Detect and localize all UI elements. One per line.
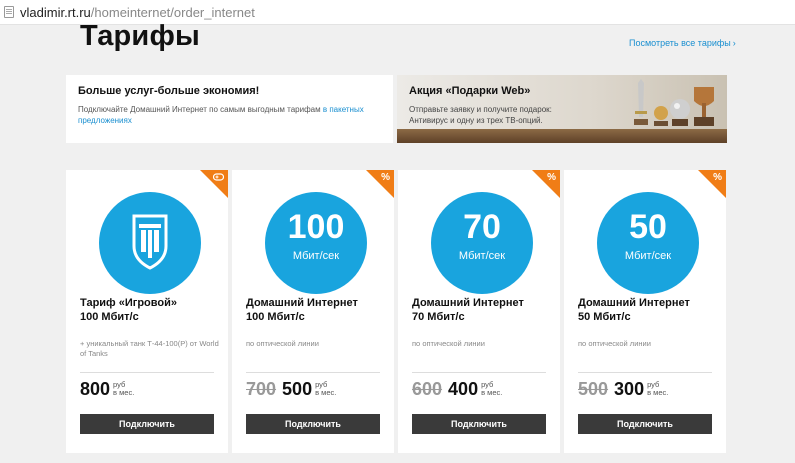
connect-button[interactable]: Подключить <box>80 414 214 434</box>
price-period: в мес. <box>315 388 337 397</box>
tariff-price: 800 руб в мес. <box>80 379 134 405</box>
page-title: Тарифы <box>80 20 201 52</box>
price-old: 700 <box>246 379 277 399</box>
speed-value: 70 <box>463 208 501 246</box>
promo-bundles-text: Подключайте Домашний Интернет по самым в… <box>78 104 381 126</box>
tariff-name-line2: 100 Мбит/с <box>246 311 305 323</box>
gamepad-icon <box>212 173 225 185</box>
page-icon <box>4 6 14 18</box>
tariff-circle: 100 Мбит/сек <box>265 192 367 294</box>
tariff-desc: по оптической линии <box>412 339 485 348</box>
tariff-price: 700 500 руб в мес. <box>246 379 336 405</box>
tariff-name-line1: Домашний Интернет <box>412 297 524 309</box>
promo-web-gifts-text: Отправьте заявку и получите подарок: Ант… <box>409 105 552 125</box>
promo-bundles-body: Подключайте Домашний Интернет по самым в… <box>78 105 323 114</box>
speed-value: 50 <box>629 208 667 246</box>
price-period: в мес. <box>113 388 135 397</box>
promo-web-gifts-title: Акция «Подарки Web» <box>409 85 531 97</box>
tariff-desc: по оптической линии <box>578 339 651 348</box>
price-current: 300 <box>614 379 645 399</box>
price-current: 400 <box>448 379 479 399</box>
divider <box>246 372 380 373</box>
url-path: /homeinternet/order_internet <box>90 5 255 20</box>
url-text[interactable]: vladimir.rt.ru/homeinternet/order_intern… <box>20 5 255 20</box>
tariff-card-50: % 50 Мбит/сек Домашний Интернет 50 Мбит/… <box>564 170 726 453</box>
tariff-name: Домашний Интернет 50 Мбит/с <box>578 296 718 324</box>
tariff-desc: + уникальный танк Т-44-100(Р) от World o… <box>80 339 219 358</box>
percent-icon: % <box>547 172 556 183</box>
price-current: 500 <box>282 379 313 399</box>
tariff-name-line2: 100 Мбит/с <box>80 311 139 323</box>
divider <box>578 372 712 373</box>
tariff-circle: 70 Мбит/сек <box>431 192 533 294</box>
connect-button[interactable]: Подключить <box>578 414 712 434</box>
percent-icon: % <box>713 172 722 183</box>
price-current: 800 <box>80 379 111 399</box>
tariff-desc: по оптической линии <box>246 339 319 348</box>
tariff-name-line2: 70 Мбит/с <box>412 311 465 323</box>
price-period: в мес. <box>647 388 669 397</box>
promo-web-gifts[interactable]: Акция «Подарки Web» Отправьте заявку и п… <box>397 75 727 143</box>
connect-button[interactable]: Подключить <box>412 414 546 434</box>
trophies-image <box>634 79 714 126</box>
percent-icon: % <box>381 172 390 183</box>
speed-value: 100 <box>287 208 345 246</box>
tariff-name: Тариф «Игровой» 100 Мбит/с <box>80 296 220 324</box>
tariff-price: 600 400 руб в мес. <box>412 379 502 405</box>
tariff-price: 500 300 руб в мес. <box>578 379 668 405</box>
price-old: 600 <box>412 379 443 399</box>
price-unit: руб в мес. <box>647 381 668 397</box>
tariff-card-70: % 70 Мбит/сек Домашний Интернет 70 Мбит/… <box>398 170 560 453</box>
chevron-right-icon: › <box>732 38 736 48</box>
divider <box>412 372 546 373</box>
all-tariffs-link[interactable]: Посмотреть все тарифы › <box>629 38 736 48</box>
tariff-card-100: % 100 Мбит/сек Домашний Интернет 100 Мби… <box>232 170 394 453</box>
speed-unit: Мбит/сек <box>624 250 672 262</box>
connect-button[interactable]: Подключить <box>246 414 380 434</box>
speed-unit: Мбит/сек <box>292 250 340 262</box>
price-unit: руб в мес. <box>315 381 336 397</box>
price-old: 500 <box>578 379 609 399</box>
promo-bundles-title: Больше услуг-больше экономия! <box>78 85 260 97</box>
divider <box>80 372 214 373</box>
world-of-tanks-logo <box>132 214 168 270</box>
tariff-name: Домашний Интернет 70 Мбит/с <box>412 296 552 324</box>
price-period: в мес. <box>481 388 503 397</box>
all-tariffs-label: Посмотреть все тарифы <box>629 38 731 48</box>
tariff-name-line2: 50 Мбит/с <box>578 311 631 323</box>
tariff-name-line1: Домашний Интернет <box>246 297 358 309</box>
price-unit: руб в мес. <box>113 381 134 397</box>
tariff-circle <box>99 192 201 294</box>
tariff-circle: 50 Мбит/сек <box>597 192 699 294</box>
url-host: vladimir.rt.ru <box>20 5 91 20</box>
speed-unit: Мбит/сек <box>458 250 506 262</box>
promo-bundles: Больше услуг-больше экономия! Подключайт… <box>66 75 393 143</box>
tariff-card-gaming: Тариф «Игровой» 100 Мбит/с + уникальный … <box>66 170 228 453</box>
tariff-name-line1: Домашний Интернет <box>578 297 690 309</box>
price-unit: руб в мес. <box>481 381 502 397</box>
tariff-name: Домашний Интернет 100 Мбит/с <box>246 296 386 324</box>
tariff-name-line1: Тариф «Игровой» <box>80 297 177 309</box>
